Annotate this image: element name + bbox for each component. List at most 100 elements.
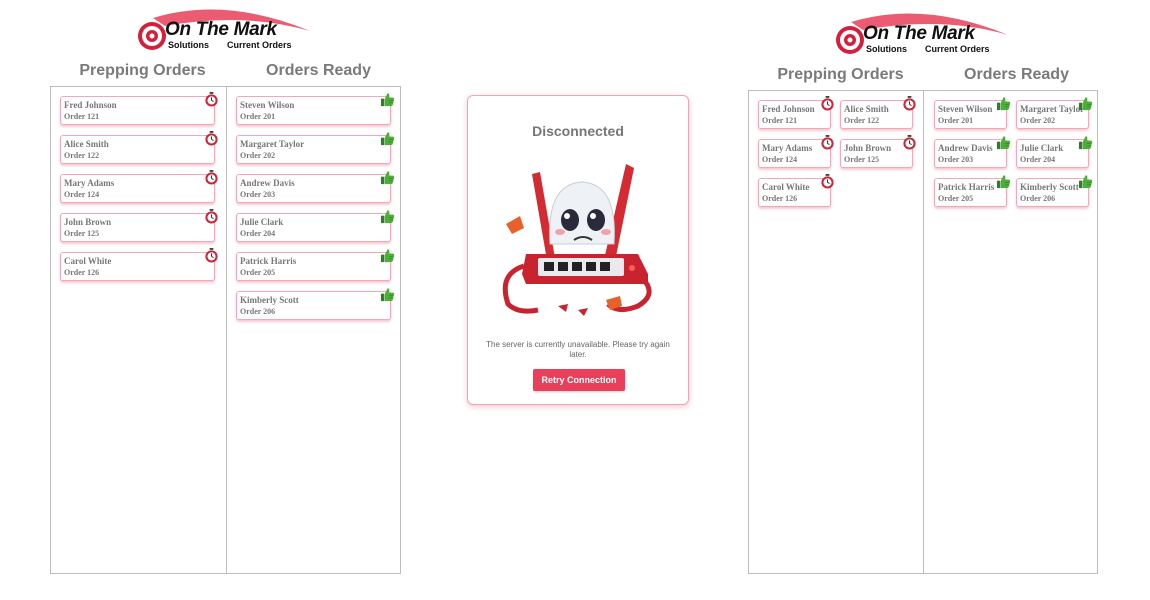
- order-number: Order 126: [64, 268, 100, 277]
- stopwatch-icon: [204, 131, 219, 146]
- stopwatch-icon: [204, 92, 219, 107]
- prepping-order-card[interactable]: John Brown Order 125: [60, 209, 218, 242]
- order-number: Order 201: [938, 116, 974, 125]
- prepping-order-card[interactable]: John Brown Order 125: [840, 135, 916, 168]
- stopwatch-icon: [820, 96, 835, 111]
- dialog-message: The server is currently unavailable. Ple…: [486, 340, 670, 359]
- customer-name: Andrew Davis: [938, 143, 993, 153]
- stopwatch-icon: [204, 170, 219, 185]
- customer-name: Patrick Harris: [938, 182, 995, 192]
- stopwatch-icon: [902, 135, 917, 150]
- ready-order-card[interactable]: Andrew Davis Order 203: [934, 136, 1011, 168]
- customer-name: Steven Wilson: [938, 104, 993, 114]
- ready-order-card[interactable]: Margaret Taylor Order 202: [236, 132, 395, 164]
- stopwatch-icon: [902, 96, 917, 111]
- order-number: Order 204: [1020, 155, 1056, 164]
- order-number: Order 206: [1020, 194, 1056, 203]
- order-number: Order 205: [240, 268, 276, 277]
- prepping-order-card[interactable]: Carol White Order 126: [758, 174, 834, 207]
- order-number: Order 125: [64, 229, 100, 238]
- ready-order-card[interactable]: Steven Wilson Order 201: [236, 93, 395, 125]
- logo-current-orders: Current Orders: [227, 40, 292, 50]
- ready-order-card[interactable]: Julie Clark Order 204: [1016, 136, 1093, 168]
- ready-order-card[interactable]: Patrick Harris Order 205: [934, 175, 1011, 207]
- stopwatch-icon: [204, 209, 219, 224]
- prepping-order-card[interactable]: Alice Smith Order 122: [60, 131, 218, 164]
- retry-connection-button[interactable]: Retry Connection: [533, 369, 625, 391]
- customer-name: Julie Clark: [240, 217, 284, 227]
- ready-order-card[interactable]: Patrick Harris Order 205: [236, 249, 395, 281]
- logo: On The Mark Solutions Current Orders: [135, 6, 315, 56]
- ready-order-card[interactable]: Steven Wilson Order 201: [934, 97, 1011, 129]
- thumbs-up-icon: [996, 174, 1011, 189]
- order-number: Order 121: [762, 116, 798, 125]
- order-number: Order 203: [938, 155, 974, 164]
- ready-order-card[interactable]: Margaret Taylor Order 202: [1016, 97, 1093, 129]
- order-number: Order 124: [64, 190, 100, 199]
- column-divider: [923, 91, 924, 573]
- logo-solutions: Solutions: [168, 40, 209, 50]
- order-number: Order 126: [762, 194, 798, 203]
- customer-name: Carol White: [762, 182, 810, 192]
- ready-order-card[interactable]: Kimberly Scott Order 206: [1016, 175, 1093, 207]
- orders-ready-title: Orders Ready: [266, 62, 371, 79]
- prepping-order-card[interactable]: Carol White Order 126: [60, 248, 218, 281]
- customer-name: Patrick Harris: [240, 256, 297, 266]
- prepping-order-card[interactable]: Mary Adams Order 124: [60, 170, 218, 203]
- orders-board-right: Fred Johnson Order 121 Alice Smith Order 12…: [748, 90, 1098, 574]
- prepping-order-card[interactable]: Alice Smith Order 122: [840, 96, 916, 129]
- order-number: Order 203: [240, 190, 276, 199]
- prepping-orders-title: Prepping Orders: [79, 62, 206, 79]
- customer-name: Alice Smith: [64, 139, 109, 149]
- thumbs-up-icon: [380, 92, 395, 107]
- logo-brand: On The Mark: [165, 19, 277, 40]
- ready-order-card[interactable]: Kimberly Scott Order 206: [236, 288, 395, 320]
- customer-name: Steven Wilson: [240, 100, 295, 110]
- thumbs-up-icon: [380, 170, 395, 185]
- customer-name: Margaret Taylor: [240, 139, 305, 149]
- customer-name: Mary Adams: [762, 143, 813, 153]
- order-number: Order 125: [844, 155, 880, 164]
- customer-name: John Brown: [64, 217, 112, 227]
- order-number: Order 124: [762, 155, 798, 164]
- customer-name: Margaret Taylor: [1020, 104, 1085, 114]
- column-divider: [226, 87, 227, 573]
- customer-name: Fred Johnson: [64, 100, 117, 110]
- ready-order-card[interactable]: Andrew Davis Order 203: [236, 171, 395, 203]
- customer-name: Carol White: [64, 256, 112, 266]
- order-number: Order 205: [938, 194, 974, 203]
- order-number: Order 122: [844, 116, 880, 125]
- prepping-order-card[interactable]: Fred Johnson Order 121: [60, 92, 218, 125]
- stopwatch-icon: [820, 174, 835, 189]
- broken-router-illustration: [502, 164, 652, 316]
- thumbs-up-icon: [1078, 174, 1093, 189]
- order-number: Order 122: [64, 151, 100, 160]
- orders-ready-title: Orders Ready: [964, 66, 1069, 83]
- stopwatch-icon: [820, 135, 835, 150]
- thumbs-up-icon: [1078, 96, 1093, 111]
- prepping-order-card[interactable]: Fred Johnson Order 121: [758, 96, 834, 129]
- order-number: Order 201: [240, 112, 276, 121]
- prepping-order-card[interactable]: Mary Adams Order 124: [758, 135, 834, 168]
- thumbs-up-icon: [380, 209, 395, 224]
- order-number: Order 202: [240, 151, 276, 160]
- thumbs-up-icon: [380, 131, 395, 146]
- order-number: Order 204: [240, 229, 276, 238]
- orders-board-left: Fred Johnson Order 121 Alice Smith Order 12…: [50, 86, 401, 574]
- thumbs-up-icon: [380, 248, 395, 263]
- thumbs-up-icon: [996, 135, 1011, 150]
- dialog-title: Disconnected: [532, 123, 624, 139]
- order-number: Order 202: [1020, 116, 1056, 125]
- logo: On The Mark Solutions Current Orders: [833, 10, 1013, 60]
- ready-order-card[interactable]: Julie Clark Order 204: [236, 210, 395, 242]
- order-number: Order 121: [64, 112, 100, 121]
- prepping-orders-title: Prepping Orders: [777, 66, 904, 83]
- customer-name: Kimberly Scott: [1020, 182, 1079, 192]
- customer-name: Mary Adams: [64, 178, 115, 188]
- customer-name: Julie Clark: [1020, 143, 1064, 153]
- customer-name: John Brown: [844, 143, 892, 153]
- stopwatch-icon: [204, 248, 219, 263]
- thumbs-up-icon: [1078, 135, 1093, 150]
- customer-name: Andrew Davis: [240, 178, 295, 188]
- logo-current-orders: Current Orders: [925, 44, 990, 54]
